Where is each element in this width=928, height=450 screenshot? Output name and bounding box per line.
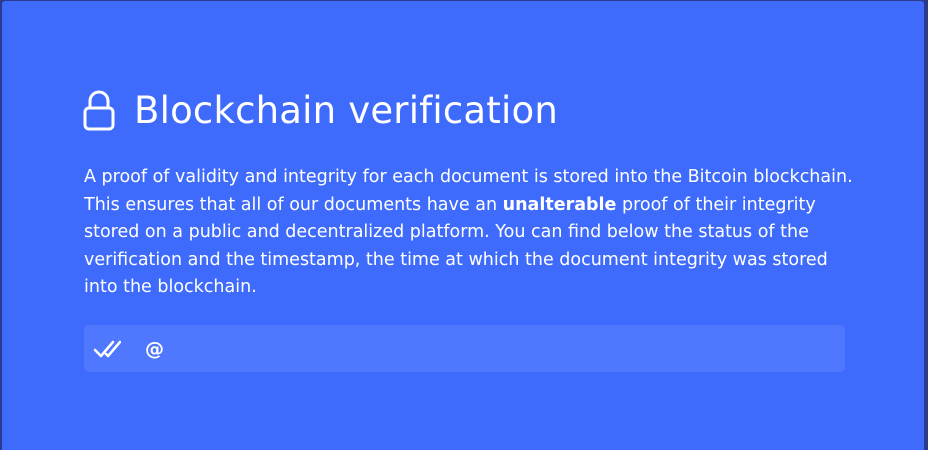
description-emphasis: unalterable <box>502 194 617 215</box>
page-title: Blockchain verification <box>134 89 558 132</box>
verification-status-bar: @ <box>84 325 845 372</box>
verification-status-text: @ <box>145 337 164 360</box>
double-check-icon <box>93 338 122 360</box>
blockchain-verification-panel: Blockchain verification A proof of valid… <box>2 1 924 450</box>
verification-description: A proof of validity and integrity for ea… <box>84 164 854 302</box>
lock-icon <box>82 90 116 132</box>
panel-header: Blockchain verification <box>82 87 558 135</box>
